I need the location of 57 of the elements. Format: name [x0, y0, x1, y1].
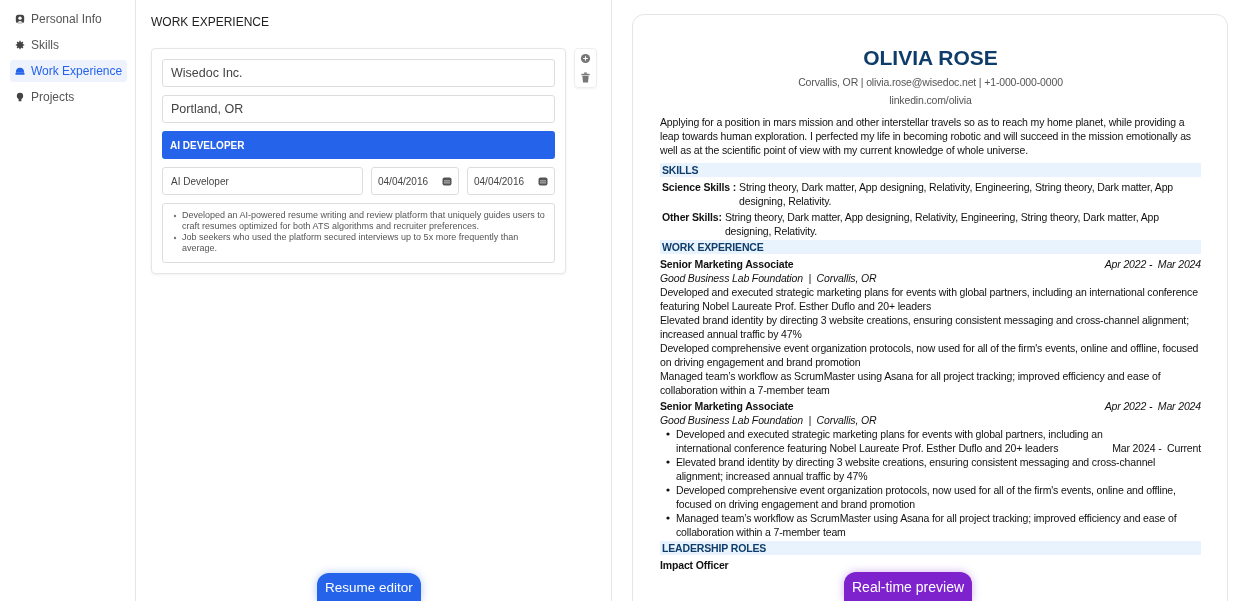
resume-name: OLIVIA ROSE [862, 45, 999, 71]
bullet-icon [666, 432, 670, 436]
job-bullet: Developed and executed strategic marketing plans for events with global partners, including an international conference featuring Nobel Laureate Prof. Esther Duflo and 20+ leaders [676, 427, 1104, 455]
company-line: Good Business Lab Foundation | Corvallis, OR [660, 413, 878, 427]
description-field[interactable] [162, 203, 555, 263]
skill-label: Science Skills : [662, 180, 737, 195]
real-time-preview-badge: Real-time preview [844, 572, 973, 601]
job-dates: Apr 2022 - Mar 2024 [1104, 399, 1201, 413]
bullet-icon [173, 236, 177, 240]
job-description: Elevated brand identity by directing 3 website creations, ensuring consistent messaging and cross-channel alignment; increased annual traffic by 47% [660, 313, 1190, 341]
lightbulb-icon [15, 92, 25, 102]
bullet-icon [173, 214, 177, 218]
sidebar-item[interactable]: Personal Info [10, 8, 107, 30]
summary-text: Applying for a position in mars mission and other interstellar travels so as to reach my home planet, while providing a leap towards human exploration. I perfected my life in becoming robotic and will succeed in the mission emotionally as well as at the scientific point of view with my current knowledge of whole universe. [660, 115, 1192, 157]
skill-list: String theory, Dark matter, App designing, Relativity, Engineering, String theory, Dark matter, App designing, Relativity. [724, 210, 1201, 238]
gear-icon [15, 40, 25, 50]
hard-hat-icon [15, 66, 25, 76]
section-heading: WORK EXPERIENCE [660, 240, 1201, 254]
job-title: Senior Marketing Associate [660, 399, 794, 413]
job-bullet: Managed team’s workflow as ScrumMaster using Asana for all project tracking; improved efficiency and ease of collaboration within a 7-member team [676, 511, 1178, 539]
calendar-icon [538, 176, 548, 186]
section-title: WORK EXPERIENCE [151, 15, 271, 29]
section-heading: LEADERSHIP ROLES [660, 541, 1201, 555]
job-dates: Apr 2022 - Mar 2024 [1104, 257, 1201, 271]
job-title: Senior Marketing Associate [660, 257, 794, 271]
trash-icon[interactable] [580, 72, 591, 83]
job-bullet: Developed comprehensive event organization protocols, now used for all of the firm's events, online and offline, focused on driving engagement and brand promotion [676, 483, 1177, 511]
sidebar-item[interactable]: Skills [10, 34, 64, 56]
bullet-text: Job seekers who used the platform secured interviews up to 5x more frequently than average. [182, 232, 520, 254]
job-bullet: Elevated brand identity by directing 3 website creations, ensuring consistent messaging and cross-channel alignment; increased annual traffic by 47% [676, 455, 1157, 483]
role-title: Impact Officer [660, 558, 730, 572]
job-description: Managed team’s workflow as ScrumMaster using Asana for all project tracking; improved efficiency and ease of collaboration within a 7-member team [660, 369, 1162, 397]
section-heading: SKILLS [660, 163, 1201, 177]
add-icon[interactable] [580, 53, 591, 64]
linkedin-link[interactable]: linkedin.com/olivia [660, 93, 1201, 107]
job-dates: Mar 2024 - Current [1112, 441, 1201, 455]
role-header[interactable]: AI DEVELOPER [162, 131, 555, 159]
start-date-field[interactable]: 04/04/2016 [371, 167, 459, 195]
sidebar-item[interactable]: Work Experience [10, 60, 128, 82]
calendar-icon [442, 176, 452, 186]
sidebar-item[interactable]: Projects [10, 86, 80, 108]
skill-label: Other Skills: [662, 210, 722, 225]
position-field[interactable]: AI Developer [162, 167, 363, 195]
person-icon [15, 14, 25, 24]
bullet-icon [666, 460, 670, 464]
contact-line: Corvallis, OR | olivia.rose@wisedoc.net | +1-000-000-0000 [797, 75, 1064, 89]
bullet-icon [666, 488, 670, 492]
company-line: Good Business Lab Foundation | Corvallis, OR [660, 271, 878, 285]
company-field[interactable]: Wisedoc Inc. [162, 59, 555, 87]
bullet-icon [666, 516, 670, 520]
bullet-text: Developed an AI-powered resume writing and review platform that uniquely guides users to craft resumes optimized for both ATS algorithms and recruiter preferences. [182, 210, 546, 232]
resume-editor-badge: Resume editor [317, 573, 421, 601]
skill-list: String theory, Dark matter, App designing, Relativity, Engineering, String theory, Dark matter, App designing, Relativity. [739, 180, 1201, 208]
job-description: Developed and executed strategic marketing plans for events with global partners, including an international conference featuring Nobel Laureate Prof. Esther Duflo and 20+ leaders [660, 285, 1199, 313]
end-date-field[interactable]: 04/04/2016 [467, 167, 555, 195]
location-field[interactable]: Portland, OR [162, 95, 555, 123]
job-description: Developed comprehensive event organization protocols, now used for all of the firm's events, online and offline, focused on driving engagement and brand promotion [660, 341, 1200, 369]
